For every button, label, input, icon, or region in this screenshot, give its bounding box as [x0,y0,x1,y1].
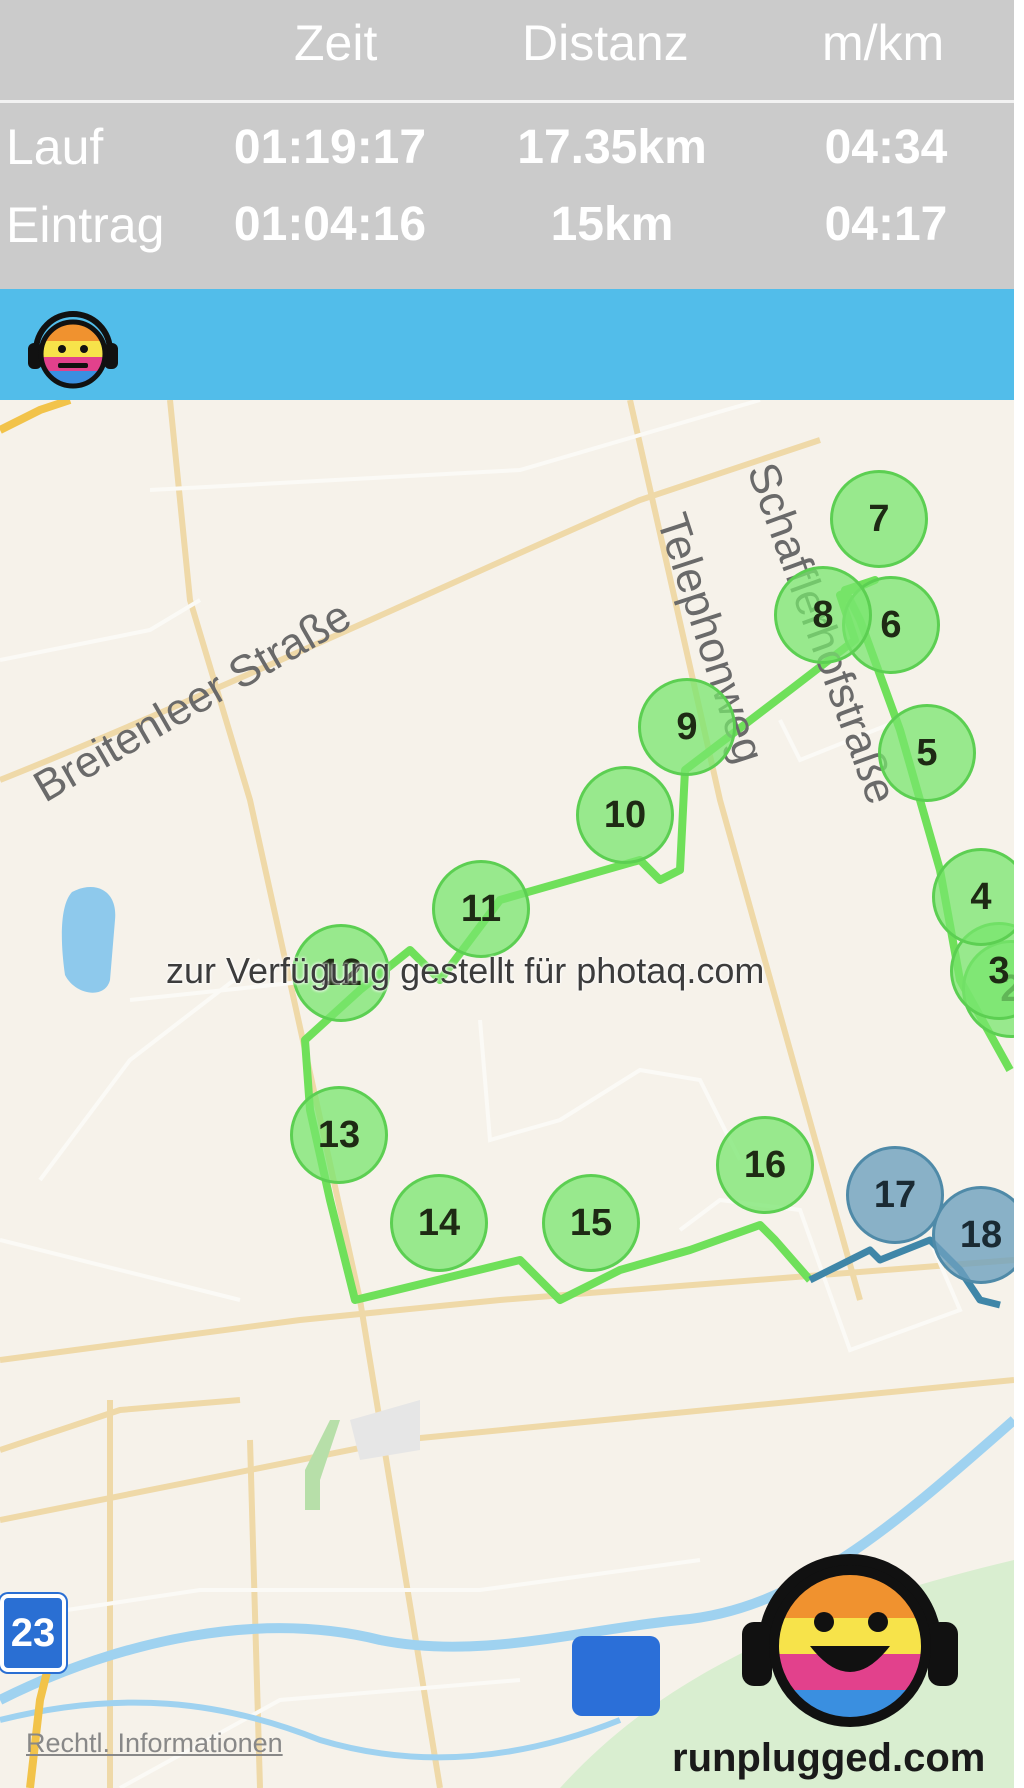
stats-panel: Zeit Distanz m/km Lauf 01:19:17 17.35km … [0,0,1014,289]
eintrag-zeit: 01:04:16 [233,198,427,251]
row-label-lauf: Lauf [6,119,104,175]
header-pace: m/km [822,15,945,71]
split-marker-16[interactable]: 16 [716,1116,814,1214]
eintrag-distanz: 15km [550,198,674,251]
lauf-zeit: 01:19:17 [233,121,427,174]
split-marker-11[interactable]: 11 [432,860,530,958]
split-marker-10[interactable]: 10 [576,766,674,864]
eintrag-pace: 04:17 [824,198,948,251]
legal-link[interactable]: Rechtl. Informationen [26,1728,283,1759]
headphone-smiley-icon[interactable] [22,299,124,391]
app-toolbar [0,289,1014,400]
lauf-distanz: 17.35km [517,121,707,174]
split-marker-13[interactable]: 13 [290,1086,388,1184]
lauf-pace: 04:34 [824,121,948,174]
split-marker-14[interactable]: 14 [390,1174,488,1272]
headphone-smiley-icon [742,1554,958,1727]
split-marker-8[interactable]: 8 [774,566,872,664]
brand-text: runplugged.com [672,1736,986,1780]
poi-marker[interactable] [572,1636,660,1716]
route-shield: 23 [0,1594,66,1672]
split-marker-15[interactable]: 15 [542,1174,640,1272]
row-label-eintrag: Eintrag [6,197,165,253]
stats-divider [0,100,1014,103]
split-marker-17[interactable]: 17 [846,1146,944,1244]
split-marker-5[interactable]: 5 [878,704,976,802]
header-distanz: Distanz [522,15,689,71]
split-marker-9[interactable]: 9 [638,678,736,776]
watermark-text: zur Verfügung gestellt für photaq.com [166,950,765,991]
header-zeit: Zeit [294,15,378,71]
split-marker-7[interactable]: 7 [830,470,928,568]
right-edge [1014,0,1024,1788]
